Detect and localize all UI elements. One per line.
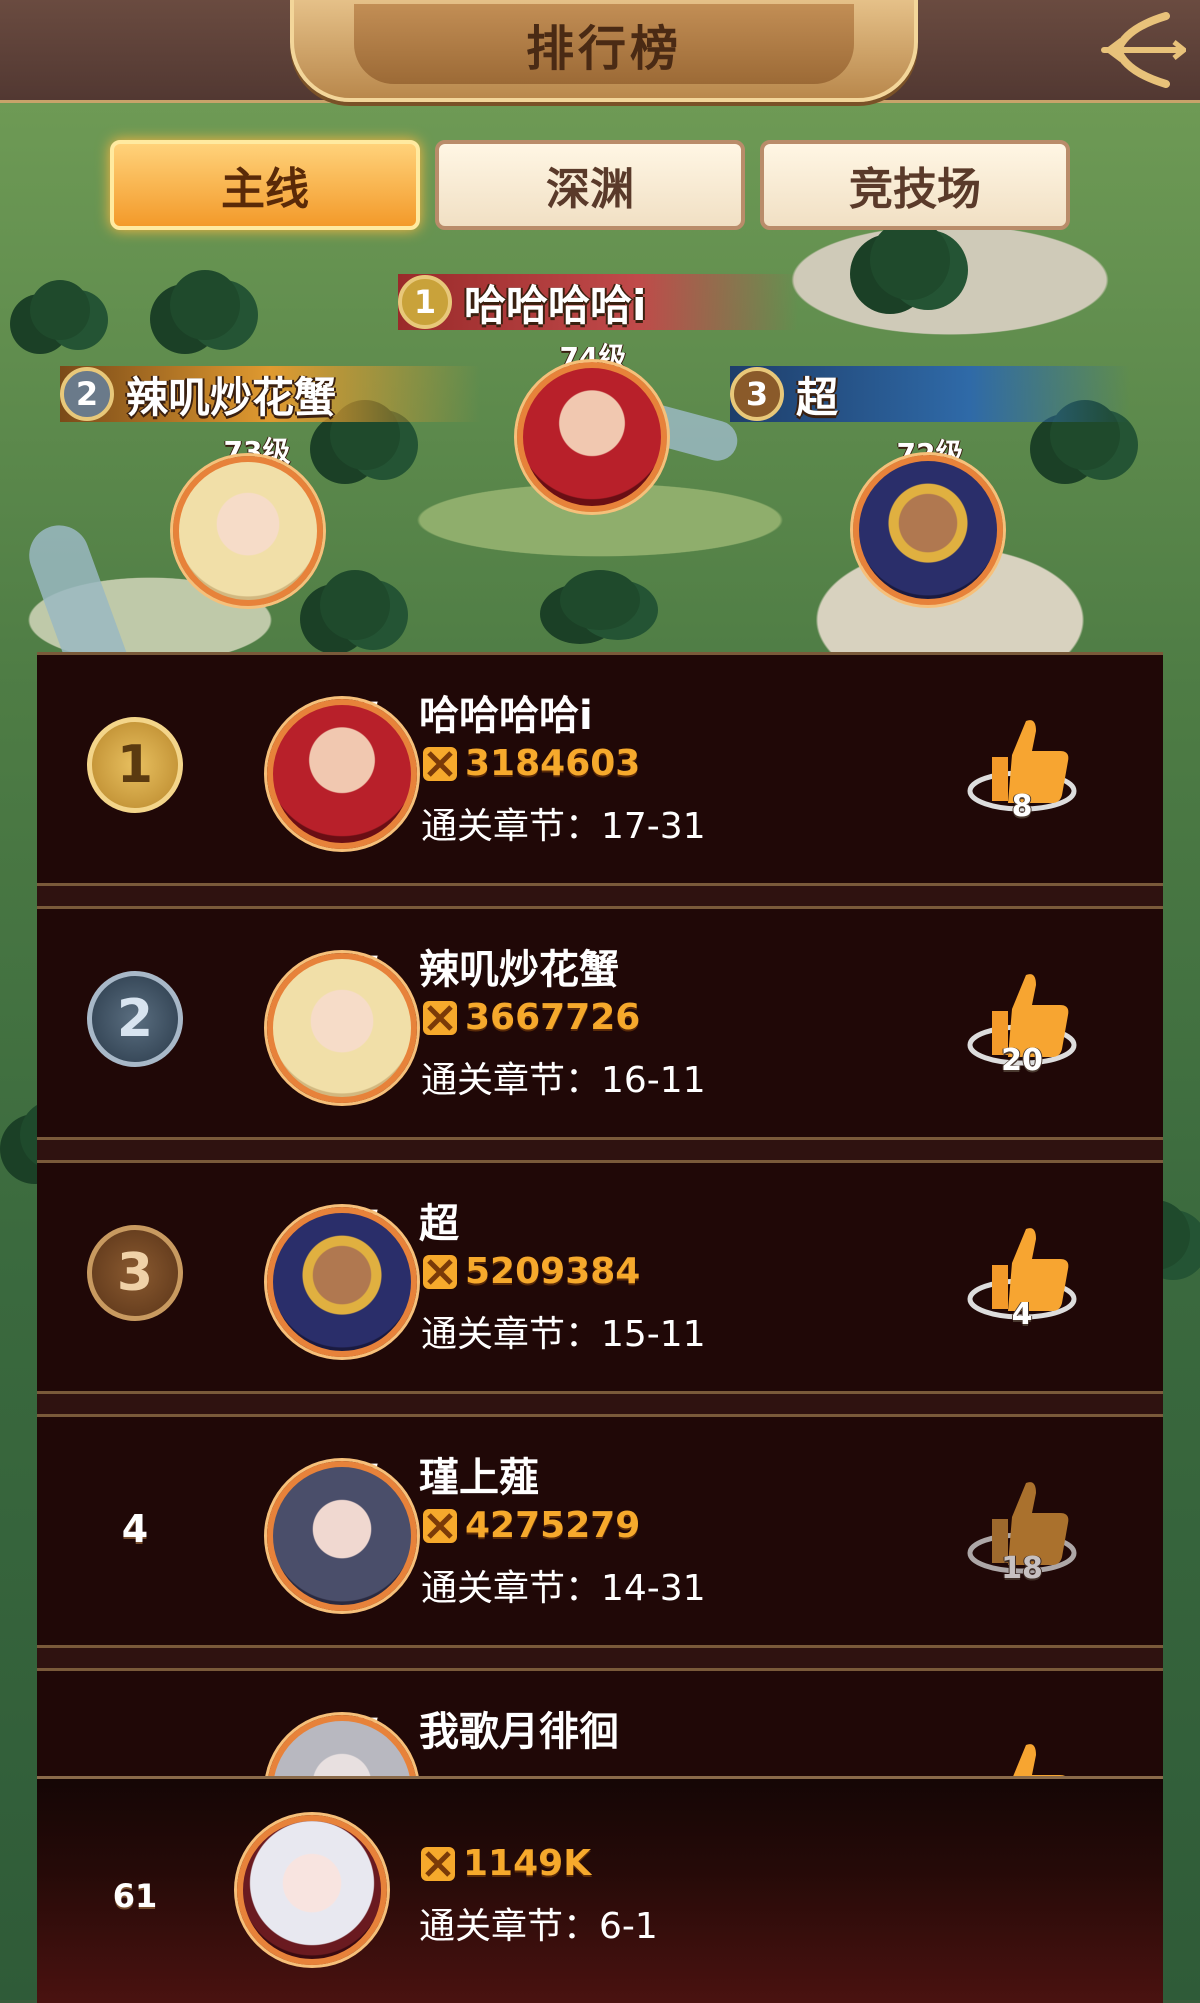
my-stage-progress: 通关章节：6-1	[419, 1906, 658, 1947]
bow-arrow-back-icon[interactable]	[1096, 8, 1189, 92]
tree	[870, 220, 950, 300]
crossed-swords-icon	[423, 746, 457, 781]
rank-2-medal-icon: 2	[60, 367, 114, 421]
like-count: 18	[1001, 1551, 1043, 1586]
top-bar: 排行榜	[0, 0, 1200, 103]
ranking-row[interactable]: 3 72级 超 5209384 通关章节：15-11 4	[37, 1160, 1163, 1394]
player-name: 瑾上薤	[419, 1455, 539, 1501]
player-avatar[interactable]	[267, 1461, 417, 1611]
stage-progress: 通关章节：14-31	[421, 1568, 706, 1609]
my-rank-bar: 61 1149K 通关章节：6-1	[37, 1776, 1163, 2003]
ranking-row[interactable]: 70级 我歌月徘徊	[37, 1668, 1163, 1776]
my-power-value: 1149K	[463, 1843, 592, 1884]
crossed-swords-icon	[423, 1000, 457, 1035]
player-name: 辣叽炒花蟹	[419, 947, 619, 993]
stage-progress: 通关章节：17-31	[421, 806, 706, 847]
power-value: 5209384	[465, 1251, 641, 1292]
like-count: 4	[1011, 1297, 1033, 1332]
podium-ribbon-1: 1 哈哈哈哈i	[398, 274, 798, 330]
like-count: 8	[1011, 789, 1033, 824]
tree	[170, 270, 240, 340]
crossed-swords-icon	[421, 1846, 455, 1881]
stage-progress: 通关章节：15-11	[421, 1314, 706, 1355]
player-name: 超	[419, 1201, 459, 1247]
rank-number: 4	[121, 1507, 149, 1551]
podium-avatar-2[interactable]	[173, 456, 323, 606]
podium-ribbon-3: 3 超	[730, 366, 1130, 422]
rank-2-medal-icon: 2	[87, 971, 183, 1067]
player-avatar[interactable]	[267, 699, 417, 849]
like-button[interactable]: 4	[962, 1215, 1082, 1335]
podium-ribbon-2: 2 辣叽炒花蟹	[60, 366, 480, 422]
like-count: 20	[1001, 1043, 1043, 1078]
rank-3-medal-icon: 3	[87, 1225, 183, 1321]
crossed-swords-icon	[423, 1254, 457, 1289]
tree	[560, 570, 640, 630]
ranking-row[interactable]: 2 73级 辣叽炒花蟹 3667726 通关章节：16-11 20	[37, 906, 1163, 1140]
player-name: 哈哈哈哈i	[419, 693, 593, 739]
podium-avatar-3[interactable]	[853, 455, 1003, 605]
title-plaque: 排行榜	[290, 0, 918, 102]
player-name: 我歌月徘徊	[419, 1709, 619, 1755]
like-button[interactable]: 20	[962, 961, 1082, 1081]
rank-1-medal-icon: 1	[398, 275, 452, 329]
power-value: 4275279	[465, 1505, 641, 1546]
like-button[interactable]: 18	[962, 1469, 1082, 1589]
crossed-swords-icon	[423, 1508, 457, 1543]
my-avatar[interactable]	[237, 1815, 387, 1965]
stage-progress: 通关章节：16-11	[421, 1060, 706, 1101]
my-rank-number: 61	[112, 1877, 158, 1915]
podium-name-2: 辣叽炒花蟹	[126, 372, 337, 422]
rank-3-medal-icon: 3	[730, 367, 784, 421]
like-button[interactable]	[962, 1731, 1082, 1776]
podium-name-3: 超	[796, 372, 839, 422]
tab-mainline[interactable]: 主线	[110, 140, 420, 230]
page-title: 排行榜	[525, 21, 682, 77]
podium-name-1: 哈哈哈哈i	[464, 280, 647, 330]
tab-arena[interactable]: 竞技场	[760, 140, 1070, 230]
player-avatar[interactable]	[267, 953, 417, 1103]
tab-abyss[interactable]: 深渊	[435, 140, 745, 230]
like-button[interactable]: 8	[962, 707, 1082, 827]
power-value: 3667726	[465, 997, 641, 1038]
podium-avatar-1[interactable]	[517, 362, 667, 512]
player-avatar[interactable]	[267, 1207, 417, 1357]
rank-1-medal-icon: 1	[87, 717, 183, 813]
thumbs-up-icon	[1013, 1744, 1065, 1776]
power-value: 3184603	[465, 743, 641, 784]
ranking-row[interactable]: 4 72级 瑾上薤 4275279 通关章节：14-31 18	[37, 1414, 1163, 1648]
ranking-row[interactable]: 1 74级 哈哈哈哈i 3184603 通关章节：17-31 8	[37, 652, 1163, 886]
tree	[320, 570, 390, 640]
tree	[30, 280, 90, 340]
